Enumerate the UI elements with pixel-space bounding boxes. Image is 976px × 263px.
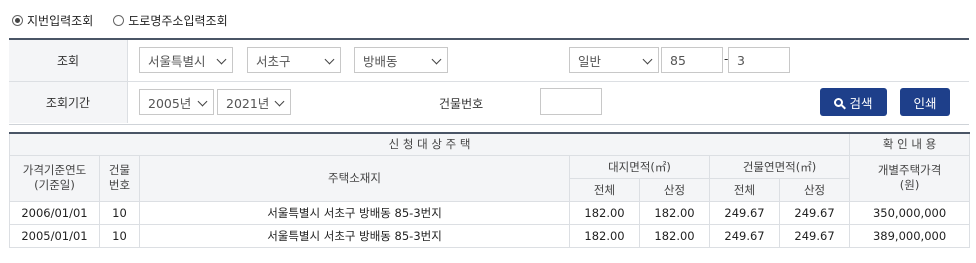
cell-land-total: 182.00 [569, 223, 640, 248]
cell-land-total: 182.00 [569, 200, 640, 225]
subcol-bldg-total: 전체 [709, 177, 780, 202]
lot-type-select[interactable]: 일반 [569, 47, 659, 73]
city-select-value: 서울특별시 [148, 53, 206, 69]
col-house-price: 개별주택가격 (원) [849, 154, 971, 202]
lot-type-select-value: 일반 [578, 53, 602, 69]
building-number-input[interactable] [540, 88, 602, 115]
print-button[interactable]: 인쇄 [900, 88, 950, 116]
cell-date: 2005/01/01 [9, 223, 100, 248]
chevron-down-icon [642, 54, 653, 65]
period-label: 조회기간 [9, 82, 128, 123]
district-select[interactable]: 서초구 [247, 47, 341, 73]
district-select-value: 서초구 [256, 53, 291, 69]
cell-land-calc: 182.00 [639, 223, 710, 248]
cell-bldg-total: 249.67 [709, 223, 780, 248]
radio-unselected-icon [113, 14, 125, 26]
radio-road-address[interactable]: 도로명주소입력조회 [113, 12, 228, 29]
chevron-down-icon [324, 54, 335, 65]
group-header-confirm: 확 인 내 용 [849, 132, 971, 156]
dong-select[interactable]: 방배동 [354, 47, 448, 73]
search-row-period: 조회기간 2005년 2021년 건물번호 검색 인쇄 [9, 82, 969, 123]
radio-lot-number-label: 지번입력조회 [27, 13, 94, 28]
search-icon [834, 97, 844, 107]
year-to-select[interactable]: 2021년 [217, 89, 291, 115]
search-form: 조회 서울특별시 서초구 방배동 일반 85 - 3 조회기간 2005년 20… [9, 38, 969, 125]
cell-building-number: 10 [99, 200, 140, 225]
dong-select-value: 방배동 [363, 53, 398, 69]
main-number-input[interactable]: 85 [661, 47, 723, 73]
radio-lot-number[interactable]: 지번입력조회 [12, 12, 93, 29]
search-button[interactable]: 검색 [820, 88, 887, 116]
col-land-area: 대지면적(㎡) [569, 154, 710, 179]
chevron-down-icon [274, 96, 285, 107]
year-to-value: 2021년 [226, 95, 270, 111]
cell-bldg-total: 249.67 [709, 200, 780, 225]
cell-bldg-calc: 249.67 [778, 223, 851, 248]
sub-number-input[interactable]: 3 [728, 47, 790, 73]
cell-address: 서울특별시 서초구 방배동 85-3번지 [139, 200, 570, 225]
cell-address: 서울특별시 서초구 방배동 85-3번지 [139, 223, 570, 248]
search-button-label: 검색 [849, 95, 873, 111]
search-mode-radio-group: 지번입력조회 도로명주소입력조회 [12, 10, 248, 30]
chevron-down-icon [197, 96, 208, 107]
cell-price: 389,000,000 [849, 223, 971, 248]
radio-road-address-label: 도로명주소입력조회 [128, 13, 228, 28]
chevron-down-icon [431, 54, 442, 65]
cell-land-calc: 182.00 [639, 200, 710, 225]
cell-building-number: 10 [99, 223, 140, 248]
table-row: 2006/01/01 10 서울특별시 서초구 방배동 85-3번지 182.0… [9, 200, 971, 225]
col-building-number: 건물 번호 [99, 154, 140, 202]
col-building-area: 건물연면적(㎡) [708, 154, 851, 179]
year-from-select[interactable]: 2005년 [139, 89, 214, 115]
cell-bldg-calc: 249.67 [778, 200, 851, 225]
building-number-label: 건물번호 [439, 97, 484, 111]
table-row: 2005/01/01 10 서울특별시 서초구 방배동 85-3번지 182.0… [9, 223, 971, 248]
col-address: 주택소재지 [139, 154, 570, 202]
search-row-location: 조회 서울특별시 서초구 방배동 일반 85 - 3 [9, 40, 969, 82]
subcol-bldg-calc: 산정 [778, 177, 851, 202]
group-header-target-house: 신 청 대 상 주 택 [8, 132, 851, 156]
city-select[interactable]: 서울특별시 [139, 47, 233, 73]
subcol-land-calc: 산정 [639, 177, 710, 202]
chevron-down-icon [216, 54, 227, 65]
search-label: 조회 [9, 40, 128, 81]
subcol-land-total: 전체 [569, 177, 640, 202]
col-base-year: 가격기준연도 (기준일) [9, 154, 100, 202]
radio-selected-icon [12, 14, 23, 26]
year-from-value: 2005년 [148, 95, 192, 111]
cell-price: 350,000,000 [849, 200, 971, 225]
print-button-label: 인쇄 [913, 95, 937, 111]
results-table: 신 청 대 상 주 택 확 인 내 용 가격기준연도 (기준일) 건물 번호 주… [8, 132, 971, 248]
cell-date: 2006/01/01 [9, 200, 100, 225]
